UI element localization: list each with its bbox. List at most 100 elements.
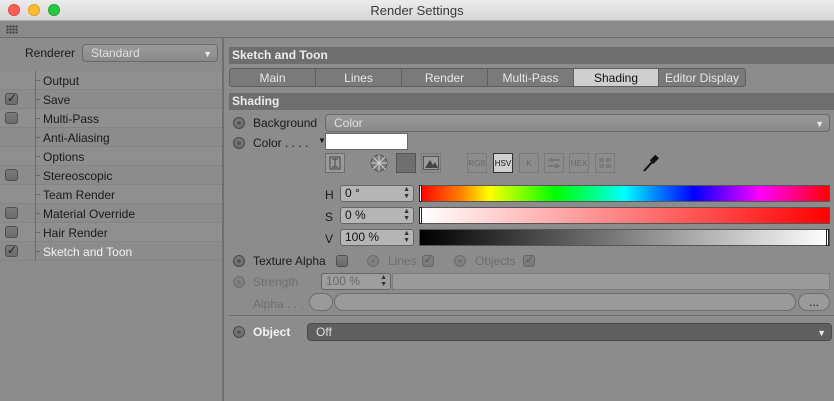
save-checkbox[interactable] [5, 91, 18, 105]
object-dropdown[interactable]: Off ▼ [307, 323, 832, 341]
tree-item-label: Sketch and Toon [43, 245, 133, 259]
kelvin-button[interactable]: K [519, 153, 539, 173]
sketch-and-toon-checkbox[interactable] [5, 243, 18, 257]
h-value: 0 ° [345, 186, 360, 200]
value-slider-handle[interactable] [826, 229, 829, 246]
alpha-texture-field[interactable] [334, 293, 796, 311]
v-value: 100 % [345, 230, 380, 244]
tree-item-team-render[interactable]: Team Render [0, 185, 222, 204]
hex-button[interactable]: HEX [569, 153, 589, 173]
rgb-button[interactable]: RGB [467, 153, 487, 173]
background-dropdown[interactable]: Color ▼ [325, 114, 830, 132]
v-field[interactable]: 100 % ▲ ▼ [340, 229, 414, 246]
divider [229, 315, 834, 316]
strength-animate-icon[interactable] [233, 276, 245, 288]
background-animate-icon[interactable] [233, 117, 245, 129]
tab-bar: Main Lines Render Multi-Pass Shading Edi… [229, 68, 746, 88]
hue-slider[interactable] [419, 185, 830, 202]
tree-item-output[interactable]: Output [0, 71, 222, 90]
toolstrip [0, 21, 834, 38]
stepper-icon[interactable]: ▲ ▼ [403, 208, 410, 222]
objects-animate-icon[interactable] [454, 255, 466, 267]
texture-alpha-animate-icon[interactable] [233, 255, 245, 267]
stepper-icon[interactable]: ▲ ▼ [403, 186, 410, 200]
panel-title: Sketch and Toon [229, 47, 834, 64]
color-spectrum-icon[interactable] [396, 153, 416, 173]
alpha-label: Alpha . . . [253, 297, 304, 311]
tree-item-hair-render[interactable]: Hair Render [0, 223, 222, 242]
s-value: 0 % [345, 208, 366, 222]
swatches-icon[interactable] [595, 153, 615, 173]
saturation-slider-handle[interactable] [419, 207, 422, 224]
stepper-icon[interactable]: ▲ ▼ [380, 274, 387, 288]
section-title: Shading [229, 93, 834, 110]
v-label: V [325, 232, 334, 246]
stereoscopic-checkbox[interactable] [5, 169, 18, 181]
hue-slider-handle[interactable] [419, 185, 422, 202]
tree-item-label: Options [43, 150, 85, 164]
tree-item-label: Output [43, 74, 80, 88]
strength-field[interactable]: 100 % ▲ ▼ [321, 273, 391, 290]
strength-label: Strength [253, 275, 299, 289]
value-slider[interactable] [419, 229, 830, 246]
alpha-browse-button[interactable]: ... [798, 293, 830, 311]
settings-sidebar: Renderer Standard ▼ Output Save Multi-Pa… [0, 38, 224, 401]
object-label: Object [253, 325, 291, 339]
tree-item-label: Anti-Aliasing [43, 131, 110, 145]
tab-main[interactable]: Main [229, 68, 316, 87]
multi-pass-checkbox[interactable] [5, 112, 18, 124]
tree-item-save[interactable]: Save [0, 90, 222, 109]
chevron-down-icon: ▼ [817, 328, 826, 338]
objects-checkbox[interactable] [523, 253, 535, 267]
tab-multi-pass[interactable]: Multi-Pass [488, 68, 574, 87]
tree-item-sketch-and-toon[interactable]: Sketch and Toon [0, 242, 222, 261]
tab-editor-display[interactable]: Editor Display [659, 68, 746, 87]
tab-shading[interactable]: Shading [574, 68, 659, 87]
tree-item-stereoscopic[interactable]: Stereoscopic [0, 166, 222, 185]
image-picker-icon[interactable] [421, 153, 441, 173]
tab-render[interactable]: Render [402, 68, 488, 87]
color-swatch[interactable] [325, 133, 408, 150]
tree-item-label: Stereoscopic [43, 169, 113, 183]
saturation-slider[interactable] [419, 207, 830, 224]
hsv-button[interactable]: HSV [493, 153, 513, 173]
color-animate-icon[interactable] [233, 137, 245, 149]
mixer-icon[interactable] [544, 153, 564, 173]
color-picker-mode-icon[interactable] [325, 153, 345, 173]
chevron-down-icon: ▼ [203, 49, 212, 59]
object-value: Off [316, 325, 332, 339]
tree-item-label: Save [43, 93, 71, 107]
lines-checkbox[interactable] [422, 253, 434, 267]
tree-item-options[interactable]: Options [0, 147, 222, 166]
tree-item-material-override[interactable]: Material Override [0, 204, 222, 223]
lines-label: Lines [388, 254, 417, 268]
tree-item-label: Material Override [43, 207, 136, 221]
eyedropper-icon[interactable] [640, 153, 660, 173]
settings-tree: Output Save Multi-Pass Anti-Aliasing Opt… [0, 71, 222, 261]
grip-icon[interactable] [6, 25, 18, 34]
tab-lines[interactable]: Lines [316, 68, 402, 87]
renderer-label: Renderer [25, 46, 76, 60]
renderer-dropdown[interactable]: Standard ▼ [82, 44, 218, 62]
strength-slider[interactable] [392, 273, 830, 290]
renderer-value: Standard [91, 46, 140, 60]
hair-render-checkbox[interactable] [5, 226, 18, 238]
tree-item-multi-pass[interactable]: Multi-Pass [0, 109, 222, 128]
alpha-link-icon[interactable] [309, 293, 333, 311]
window-titlebar: Render Settings [0, 0, 834, 21]
s-field[interactable]: 0 % ▲ ▼ [340, 207, 414, 224]
chevron-down-icon: ▼ [815, 119, 824, 129]
settings-panel: Sketch and Toon Main Lines Render Multi-… [226, 38, 834, 401]
tree-item-label: Team Render [43, 188, 116, 202]
h-field[interactable]: 0 ° ▲ ▼ [340, 185, 414, 202]
object-animate-icon[interactable] [233, 326, 245, 338]
h-label: H [325, 188, 334, 202]
tree-item-anti-aliasing[interactable]: Anti-Aliasing [0, 128, 222, 147]
texture-alpha-checkbox[interactable] [336, 255, 348, 267]
stepper-icon[interactable]: ▲ ▼ [403, 230, 410, 244]
color-wheel-icon[interactable] [369, 153, 389, 173]
color-label: Color . . . . [253, 136, 309, 150]
material-override-checkbox[interactable] [5, 207, 18, 219]
background-label: Background [253, 116, 318, 130]
lines-animate-icon[interactable] [367, 255, 379, 267]
